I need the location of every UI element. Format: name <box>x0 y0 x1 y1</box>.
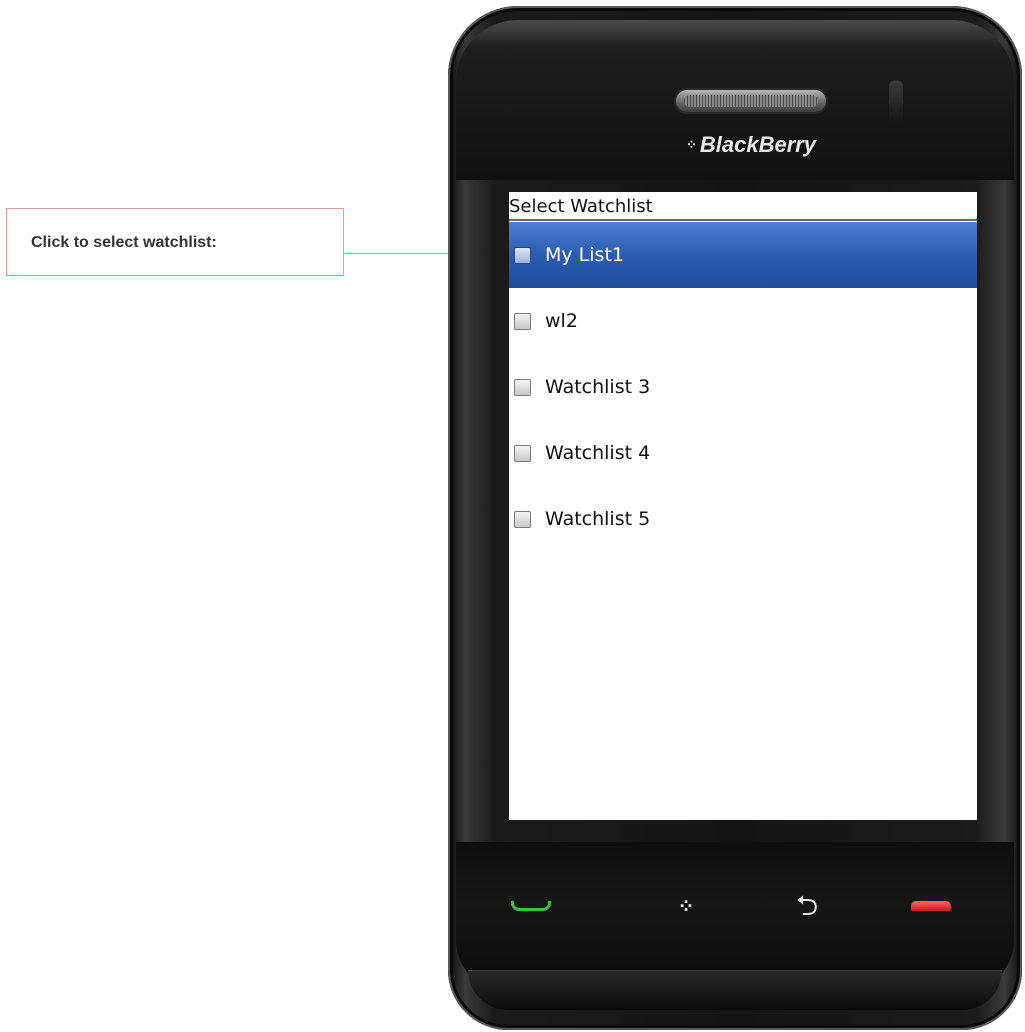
callout-text: Click to select watchlist: <box>31 234 217 251</box>
end-call-icon <box>911 901 951 911</box>
back-key[interactable]: ⮌ <box>772 878 842 934</box>
light-sensor-icon <box>889 80 903 124</box>
item-label: My List1 <box>545 244 624 266</box>
list-item-wl2[interactable]: wl2 <box>509 288 977 354</box>
speaker-grill-icon <box>676 90 826 112</box>
checkbox[interactable] <box>514 246 531 264</box>
title-divider <box>509 219 977 221</box>
list-item-my-list1[interactable]: My List1 <box>509 222 977 288</box>
checkbox[interactable] <box>514 510 531 528</box>
end-key[interactable] <box>896 878 966 934</box>
item-label: Watchlist 5 <box>545 508 651 530</box>
speaker-mesh <box>684 95 818 107</box>
phone-screen: Select Watchlist My List1 wl2 Watchlist … <box>509 192 977 820</box>
list-item-watchlist-5[interactable]: Watchlist 5 <box>509 486 977 552</box>
item-label: Watchlist 3 <box>545 376 651 398</box>
item-label: wl2 <box>545 310 578 332</box>
screen-title: Select Watchlist <box>509 196 653 217</box>
checkbox[interactable] <box>514 378 531 396</box>
call-icon <box>511 901 551 911</box>
checkbox[interactable] <box>514 312 531 330</box>
checkbox[interactable] <box>514 444 531 462</box>
call-key[interactable] <box>496 878 566 934</box>
stage: Click to select watchlist: ⁘ BlackBerry … <box>0 0 1025 1032</box>
blackberry-logo-icon: ⁘ <box>685 137 697 152</box>
callout-box: Click to select watchlist: <box>6 208 344 276</box>
menu-key[interactable]: ⁘ <box>650 878 720 934</box>
item-label: Watchlist 4 <box>545 442 651 464</box>
blackberry-logo-icon: ⁘ <box>677 895 695 918</box>
list-item-watchlist-3[interactable]: Watchlist 3 <box>509 354 977 420</box>
back-arrow-icon: ⮌ <box>795 889 819 922</box>
watchlist-list: My List1 wl2 Watchlist 3 Watchlist 4 Wat… <box>509 222 977 552</box>
brand-logo: ⁘ BlackBerry <box>656 130 846 160</box>
phone-top-bezel: ⁘ BlackBerry <box>456 20 1014 180</box>
list-item-watchlist-4[interactable]: Watchlist 4 <box>509 420 977 486</box>
phone-bottom-strip <box>468 970 1002 1010</box>
brand-name: BlackBerry <box>699 132 817 157</box>
